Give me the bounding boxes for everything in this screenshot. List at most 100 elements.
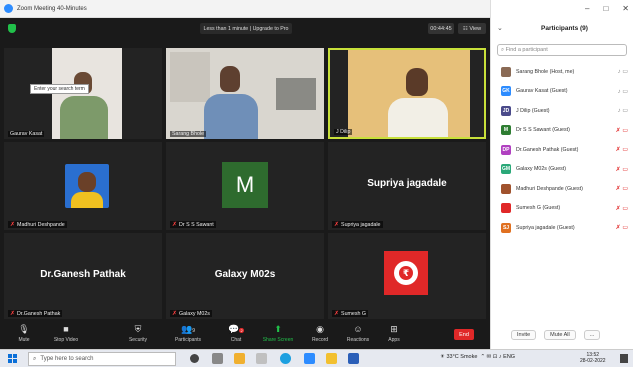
participant-row[interactable]: GK Gaurav Kasat (Guest) ♪ ▭ xyxy=(491,82,633,102)
mic-icon[interactable]: ♪ ▭ xyxy=(618,107,628,114)
record-icon: ◉ xyxy=(316,324,324,334)
video-tile-sumesh[interactable]: ₹ ✗ Sumesh G xyxy=(328,233,486,319)
clock[interactable]: 13:52 28-02-2022 xyxy=(580,352,606,364)
participant-avatar: SJ xyxy=(501,222,511,233)
mic-muted-icon[interactable]: ✗ ▭ xyxy=(616,224,628,231)
video-tile-galaxy[interactable]: Galaxy M02s ✗ Galaxy M02s xyxy=(166,233,324,319)
invite-button[interactable]: Invite xyxy=(511,330,537,340)
participants-button[interactable]: 👥9 Participants xyxy=(168,323,208,343)
video-tile-gaurav[interactable]: Enter your search term Gaurav Kasat xyxy=(4,48,162,139)
participant-row[interactable]: DP Dr.Ganesh Pathak (Guest) ✗ ▭ xyxy=(491,140,633,160)
tile-name-text: Dr.Ganesh Pathak xyxy=(17,310,61,317)
microphone-icon: 🎙 xyxy=(18,324,30,334)
video-tile-ganesh[interactable]: Dr.Ganesh Pathak ✗ Dr.Ganesh Pathak xyxy=(4,233,162,319)
person-head xyxy=(406,68,428,96)
participant-avatar xyxy=(501,183,511,194)
share-screen-button[interactable]: ⬆ Share Screen xyxy=(258,323,298,343)
windows-taskbar: ⌕ Type here to search ☀ 33°C Smoke ⌃ ✉ ⊡ … xyxy=(0,349,633,367)
end-button[interactable]: End xyxy=(454,329,474,340)
participant-row[interactable]: SJ Supriya jagadale (Guest) ✗ ▭ xyxy=(491,218,633,238)
participant-name: Galaxy M02s (Guest) xyxy=(516,166,567,173)
participant-avatar: GM xyxy=(501,164,511,175)
participant-row[interactable]: Sumesh G (Guest) ✗ ▭ xyxy=(491,199,633,219)
mic-icon[interactable]: ♪ ▭ xyxy=(618,68,628,75)
mic-muted-icon[interactable]: ✗ ▭ xyxy=(616,146,628,153)
person-head xyxy=(220,66,240,92)
security-shield-icon[interactable] xyxy=(8,24,16,33)
mic-muted-icon: ✗ xyxy=(10,222,16,228)
search-tooltip: Enter your search term xyxy=(30,84,89,94)
video-tile-dilip[interactable]: J Dilip xyxy=(328,48,486,139)
mic-muted-icon[interactable]: ✗ ▭ xyxy=(616,205,628,212)
minimize-icon[interactable]: – xyxy=(585,4,589,13)
reactions-icon: ☺ xyxy=(353,324,363,334)
tile-name-text: Supriya jagadale xyxy=(341,221,381,228)
rupee-coin-icon: ₹ xyxy=(394,261,418,285)
mic-muted-icon: ✗ xyxy=(172,222,178,228)
view-button[interactable]: ☷ View xyxy=(458,23,486,34)
word-icon[interactable] xyxy=(348,353,359,364)
zoom-window: Zoom Meeting 40-Minutes Less than 1 minu… xyxy=(0,0,633,349)
search-icon: ⌕ xyxy=(33,355,37,362)
video-tile-supriya[interactable]: Supriya jagadale ✗ Supriya jagadale xyxy=(328,142,486,230)
chat-label: Chat xyxy=(230,337,242,343)
person-head xyxy=(78,172,96,192)
apps-button[interactable]: ⊞ Apps xyxy=(374,323,414,343)
window-controls: – □ ✕ xyxy=(585,4,629,13)
store-icon[interactable] xyxy=(256,353,267,364)
record-button[interactable]: ◉ Record xyxy=(300,323,340,343)
participant-row[interactable]: Sarang Bhole (Host, me) ♪ ▭ xyxy=(491,62,633,82)
zoom-logo-icon xyxy=(4,4,13,13)
file-explorer-icon[interactable] xyxy=(234,353,245,364)
mic-icon[interactable]: ♪ ▭ xyxy=(618,88,628,95)
security-label: Security xyxy=(128,337,148,343)
cortana-icon[interactable] xyxy=(190,354,199,363)
more-button[interactable]: ... xyxy=(583,330,601,340)
participant-avatar: DP xyxy=(501,144,511,155)
reactions-button[interactable]: ☺ Reactions xyxy=(338,323,378,343)
participant-name: Sarang Bhole (Host, me) xyxy=(516,68,575,75)
video-tile-sawant[interactable]: M ✗ Dr S S Sawant xyxy=(166,142,324,230)
zoom-taskbar-icon[interactable] xyxy=(304,353,315,364)
participant-row[interactable]: GM Galaxy M02s (Guest) ✗ ▭ xyxy=(491,160,633,180)
camera-icon: ■ xyxy=(63,324,69,334)
participant-row[interactable]: JD J Dilip (Guest) ♪ ▭ xyxy=(491,101,633,121)
taskbar-search-input[interactable]: ⌕ Type here to search xyxy=(28,352,176,366)
mute-button[interactable]: 🎙 Mute xyxy=(4,323,44,343)
trial-notice[interactable]: Less than 1 minute | Upgrade to Pro xyxy=(200,23,292,34)
participant-name: Dr.Ganesh Pathak (Guest) xyxy=(516,146,579,153)
tray-icons[interactable]: ⌃ ✉ ⊡ ♪ xyxy=(479,354,501,360)
mic-muted-icon[interactable]: ✗ ▭ xyxy=(616,127,628,134)
video-tile-madhuri[interactable]: ✗ Madhuri Deshpande xyxy=(4,142,162,230)
video-tile-sarang[interactable]: Sarang Bhole xyxy=(166,48,324,139)
participant-avatar xyxy=(501,66,511,77)
tile-name: ✗ Dr.Ganesh Pathak xyxy=(8,310,63,317)
chevron-down-icon[interactable]: ⌄ xyxy=(497,24,503,32)
mic-muted-icon[interactable]: ✗ ▭ xyxy=(616,185,628,192)
language-indicator[interactable]: ENG xyxy=(503,354,515,360)
participant-row[interactable]: Madhuri Deshpande (Guest) ✗ ▭ xyxy=(491,179,633,199)
mic-muted-icon[interactable]: ✗ ▭ xyxy=(616,166,628,173)
participants-count: 9 xyxy=(192,328,195,334)
taskbar-search-placeholder: Type here to search xyxy=(40,356,94,362)
maximize-icon[interactable]: □ xyxy=(603,4,608,13)
weather-text[interactable]: 33°C Smoke xyxy=(446,354,477,360)
participant-row[interactable]: M Dr S S Sawant (Guest) ✗ ▭ xyxy=(491,121,633,141)
mute-all-button[interactable]: Mute All xyxy=(544,330,576,340)
windows-start-icon[interactable] xyxy=(8,354,17,363)
notification-icon[interactable] xyxy=(620,354,628,363)
chat-button[interactable]: 💬2 Chat xyxy=(216,323,256,343)
task-view-icon[interactable] xyxy=(212,353,223,364)
tile-name-text: Sarang Bhole xyxy=(172,131,205,137)
close-icon[interactable]: ✕ xyxy=(622,4,629,13)
panel-footer: Invite Mute All ... xyxy=(491,330,633,340)
paint-icon[interactable] xyxy=(326,353,337,364)
stop-video-button[interactable]: ■ Stop Video xyxy=(46,323,86,343)
participant-search-input[interactable]: ⌕ Find a participant xyxy=(497,44,627,56)
security-button[interactable]: ⛨ Security xyxy=(118,323,158,343)
edge-icon[interactable] xyxy=(280,353,291,364)
mic-muted-icon: ✗ xyxy=(334,222,340,228)
tile-name: ✗ Sumesh G xyxy=(332,310,369,317)
participant-name: Gaurav Kasat (Guest) xyxy=(516,88,568,95)
tile-name: ✗ Madhuri Deshpande xyxy=(8,221,67,228)
